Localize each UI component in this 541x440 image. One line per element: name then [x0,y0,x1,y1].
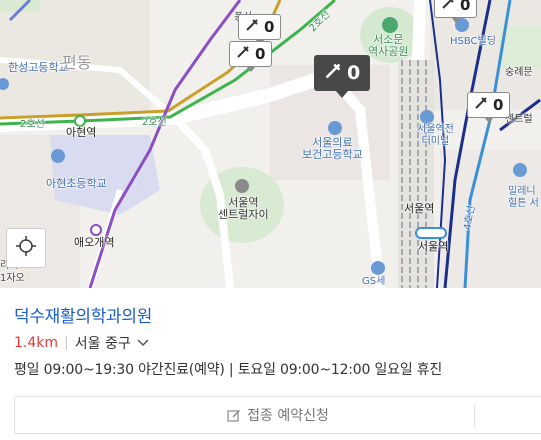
map-label-ahyeon-elem: 아현초등학교 [46,177,107,190]
distance: 1.4km [14,335,59,351]
syringe-icon [441,0,455,14]
map-label-gs: GS세 [362,276,386,287]
opening-hours: 평일 09:00~19:30 야간진료(예약) | 토요일 09:00~12:0… [14,362,443,378]
vaccine-reservation-button[interactable]: 접종 예약신청 [14,396,541,434]
pin-count: 0 [264,18,275,36]
map-label-hanseong-school: 한성고등학교 [8,61,69,74]
syringe-icon [245,18,259,36]
button-divider [474,405,475,427]
reserve-label: 접종 예약신청 [247,408,329,424]
map-label-line2-a: 2호선 [20,119,45,130]
map-label-seoul-station-b: 서울역 [418,240,449,253]
region: 서울 중구 [74,336,131,352]
map-label-aeogae-station: 애오개역 [74,236,115,249]
map-label-seoul-station-central: 서울역 센트럴자이 [218,196,269,221]
map-label-seosomun: 서소문 역사공원 [368,33,409,58]
pin-count: 0 [460,0,471,14]
vaccine-pin-selected[interactable]: 0 [314,55,371,98]
syringe-icon [474,96,488,114]
map-label-line2-b: 2호선 [142,117,167,128]
place-name-link[interactable]: 덕수재활의학과의원 [14,302,152,327]
vaccine-pin[interactable]: 0 [434,0,478,23]
map-label-seoul-medical: 서울의료 보건고등학교 [302,136,363,161]
syringe-icon [324,62,342,85]
vaccine-pin[interactable]: 0 [229,41,273,72]
edit-icon [227,408,241,422]
chevron-down-icon[interactable] [137,339,149,347]
place-info-panel: 덕수재활의학과의원 1.4km | 서울 중구 평일 09:00~19:30 야… [0,288,541,440]
current-location-button[interactable] [6,228,46,268]
map-label-seoul-station-a: 서울역 [404,202,435,215]
map-view[interactable]: 풍산 한성고등학교 편동 2호선 2호선 2호선 아현역 아현초등학교 애오개역… [0,0,541,288]
separator: | [64,335,69,351]
map-label-hsbc: HSBC빌딩 [450,36,496,47]
map-label-left-edge-b: 1자오 [0,273,25,284]
map-label-terminal: 서울역전 터미널 [417,124,454,147]
vaccine-pin[interactable]: 0 [467,92,511,123]
syringe-icon [236,45,250,63]
pin-count: 0 [493,96,504,114]
vaccine-pin[interactable]: 0 [238,14,282,45]
distance-row: 1.4km | 서울 중구 [14,333,149,353]
map-label-millennium: 밀레니 힐튼 서 [508,186,539,209]
crosshair-icon [15,235,37,261]
pin-count: 0 [347,62,361,84]
map-label-district: 편동 [62,53,92,72]
pin-count: 0 [255,45,266,63]
map-label-ahyeon-station: 아현역 [66,126,97,139]
map-label-sungnyemun: 숭례문 [505,67,533,78]
